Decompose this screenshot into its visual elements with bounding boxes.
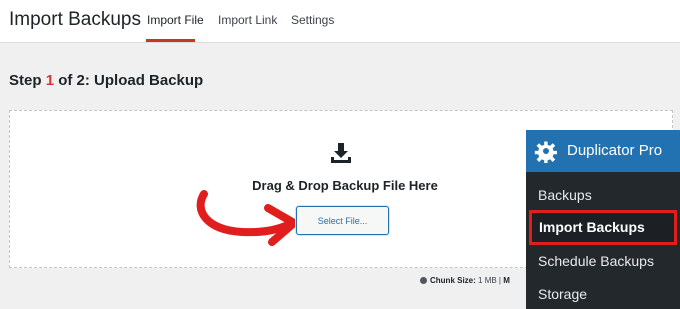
- sidebar-item-label: Import Backups: [539, 219, 645, 235]
- step-current-number: 1: [45, 72, 55, 89]
- sidebar-item-import-backups[interactable]: Import Backups: [529, 210, 677, 245]
- sidebar-item-backups[interactable]: Backups: [538, 187, 592, 203]
- sidebar-plugin-title: Duplicator Pro: [567, 142, 663, 159]
- download-icon: [331, 143, 351, 163]
- page-header: Import Backups Import File Import Link S…: [0, 0, 680, 43]
- chunk-size-info: Chunk Size: 1 MB | M: [420, 276, 510, 285]
- chunk-size-value: 1 MB: [478, 276, 497, 285]
- page-title: Import Backups: [9, 9, 141, 30]
- truncated-label: M: [503, 276, 510, 285]
- red-arrow-annotation: [196, 190, 298, 246]
- sidebar-plugin-header[interactable]: Duplicator Pro: [526, 130, 680, 172]
- active-tab-indicator: [146, 39, 195, 42]
- tab-import-file[interactable]: Import File: [147, 13, 204, 27]
- step-suffix: of 2: Upload Backup: [58, 72, 204, 89]
- chunk-separator: |: [498, 276, 501, 285]
- sidebar-item-schedule-backups[interactable]: Schedule Backups: [538, 253, 654, 269]
- info-icon: [420, 277, 427, 284]
- tab-settings[interactable]: Settings: [291, 13, 334, 27]
- sidebar-item-storage[interactable]: Storage: [538, 286, 587, 302]
- tab-import-link[interactable]: Import Link: [218, 13, 277, 27]
- step-prefix: Step: [9, 72, 42, 89]
- step-heading: Step 1 of 2: Upload Backup: [9, 72, 203, 89]
- admin-sidebar-menu: Duplicator Pro Backups Import Backups Sc…: [526, 130, 680, 309]
- duplicator-logo-icon: [534, 141, 557, 163]
- select-file-button[interactable]: Select File...: [296, 206, 389, 235]
- chunk-size-label: Chunk Size:: [430, 276, 476, 285]
